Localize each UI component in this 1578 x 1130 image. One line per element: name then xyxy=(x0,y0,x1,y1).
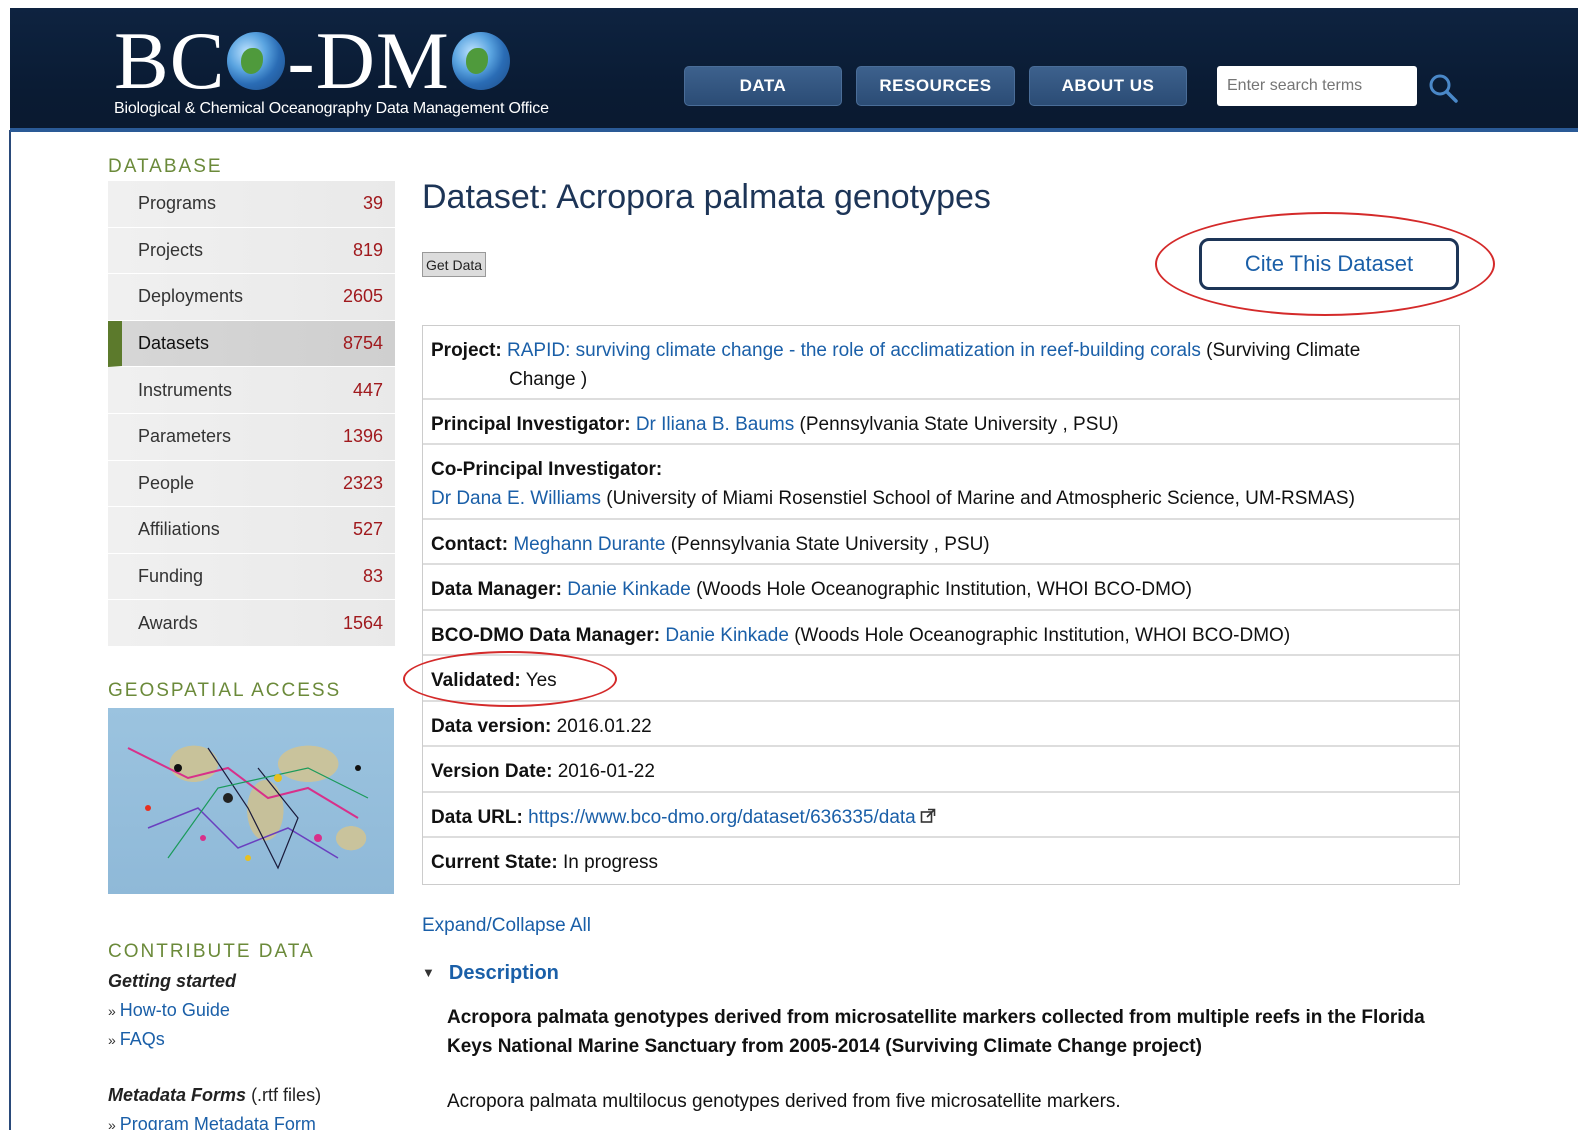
sidebar-item-awards[interactable]: Awards 1564 xyxy=(108,600,395,647)
get-data-button[interactable]: Get Data xyxy=(422,252,487,277)
row-contact: Contact: Meghann Durante (Pennsylvania S… xyxy=(423,520,1459,565)
count-badge: 2605 xyxy=(342,286,383,307)
copi-link[interactable]: Dr Dana E. Williams xyxy=(431,488,601,509)
search-icon[interactable] xyxy=(1427,72,1459,104)
description-text: Acropora palmata multilocus genotypes de… xyxy=(447,1091,1121,1112)
search-input[interactable] xyxy=(1217,66,1417,106)
external-link-icon[interactable] xyxy=(920,808,936,824)
count-badge: 1396 xyxy=(342,426,383,447)
bco-dmo-data-manager-link[interactable]: Danie Kinkade xyxy=(665,625,789,646)
geospatial-heading: GEOSPATIAL ACCESS xyxy=(108,680,342,701)
row-version-date: Version Date: 2016-01-22 xyxy=(423,747,1459,793)
globe-icon xyxy=(451,32,510,90)
expand-collapse-all-link[interactable]: Expand/Collapse All xyxy=(422,915,591,937)
nav-data[interactable]: DATA xyxy=(684,66,842,106)
triangle-down-icon: ▼ xyxy=(422,965,435,980)
contact-link[interactable]: Meghann Durante xyxy=(513,534,665,555)
globe-icon xyxy=(227,32,286,90)
page-title: Dataset: Acropora palmata genotypes xyxy=(422,178,991,216)
howto-guide-link[interactable]: » How-to Guide xyxy=(108,1000,230,1021)
geospatial-map-thumbnail[interactable] xyxy=(108,708,394,894)
row-principal-investigator: Principal Investigator: Dr Iliana B. Bau… xyxy=(423,400,1459,445)
count-badge: 39 xyxy=(362,193,383,214)
data-url-link[interactable]: https://www.bco-dmo.org/dataset/636335/d… xyxy=(528,807,916,828)
metadata-forms-label: Metadata Forms (.rtf files) xyxy=(108,1085,322,1105)
row-co-principal-investigator: Co-Principal Investigator: Dr Dana E. Wi… xyxy=(423,445,1459,520)
getting-started-label: Getting started xyxy=(108,971,237,991)
sidebar-item-funding[interactable]: Funding 83 xyxy=(108,553,395,601)
sidebar-item-datasets[interactable]: Datasets 8754 xyxy=(108,320,395,368)
annotation-ellipse-cite xyxy=(1155,212,1495,316)
count-badge: 8754 xyxy=(342,333,383,354)
data-manager-link[interactable]: Danie Kinkade xyxy=(567,579,691,600)
dataset-metadata-table: Project: RAPID: surviving climate change… xyxy=(422,325,1460,885)
sidebar-item-parameters[interactable]: Parameters 1396 xyxy=(108,413,395,461)
site-logo[interactable]: BC -DM xyxy=(114,20,512,102)
count-badge: 527 xyxy=(352,519,383,540)
sidebar-item-deployments[interactable]: Deployments 2605 xyxy=(108,274,395,321)
pi-link[interactable]: Dr Iliana B. Baums xyxy=(636,414,794,435)
project-link[interactable]: RAPID: surviving climate change - the ro… xyxy=(507,340,1201,361)
site-tagline: Biological & Chemical Oceanography Data … xyxy=(114,100,549,117)
nav-about-us[interactable]: ABOUT US xyxy=(1029,66,1187,106)
nav-resources[interactable]: RESOURCES xyxy=(856,66,1015,106)
description-title: Acropora palmata genotypes derived from … xyxy=(447,1007,1425,1057)
sidebar-item-instruments[interactable]: Instruments 447 xyxy=(108,367,395,414)
program-metadata-form-link[interactable]: » Program Metadata Form xyxy=(108,1114,316,1130)
sidebar-item-programs[interactable]: Programs 39 xyxy=(108,181,395,228)
map-tracks-graphic xyxy=(127,747,369,870)
description-section-toggle[interactable]: ▼ Description xyxy=(422,962,559,985)
row-project: Project: RAPID: surviving climate change… xyxy=(423,326,1459,400)
sidebar-item-people[interactable]: People 2323 xyxy=(108,460,395,508)
row-data-version: Data version: 2016.01.22 xyxy=(423,702,1459,747)
row-data-url: Data URL: https://www.bco-dmo.org/datase… xyxy=(423,793,1459,838)
database-nav: Programs 39 Projects 819 Deployments 2605 D… xyxy=(108,181,395,647)
page-left-border xyxy=(9,130,11,1130)
annotation-ellipse-validated xyxy=(403,651,617,707)
contribute-heading: CONTRIBUTE DATA xyxy=(108,941,315,962)
count-badge: 83 xyxy=(362,566,383,587)
sidebar-item-projects[interactable]: Projects 819 xyxy=(108,227,395,275)
count-badge: 819 xyxy=(352,239,383,260)
row-bco-dmo-data-manager: BCO-DMO Data Manager: Danie Kinkade (Woo… xyxy=(423,611,1459,656)
count-badge: 1564 xyxy=(342,612,383,633)
faqs-link[interactable]: » FAQs xyxy=(108,1029,165,1050)
database-heading: DATABASE xyxy=(108,156,223,177)
sidebar-item-affiliations[interactable]: Affiliations 527 xyxy=(108,507,395,554)
row-data-manager: Data Manager: Danie Kinkade (Woods Hole … xyxy=(423,565,1459,611)
row-current-state: Current State: In progress xyxy=(431,852,659,873)
count-badge: 447 xyxy=(352,379,383,400)
count-badge: 2323 xyxy=(342,472,383,493)
